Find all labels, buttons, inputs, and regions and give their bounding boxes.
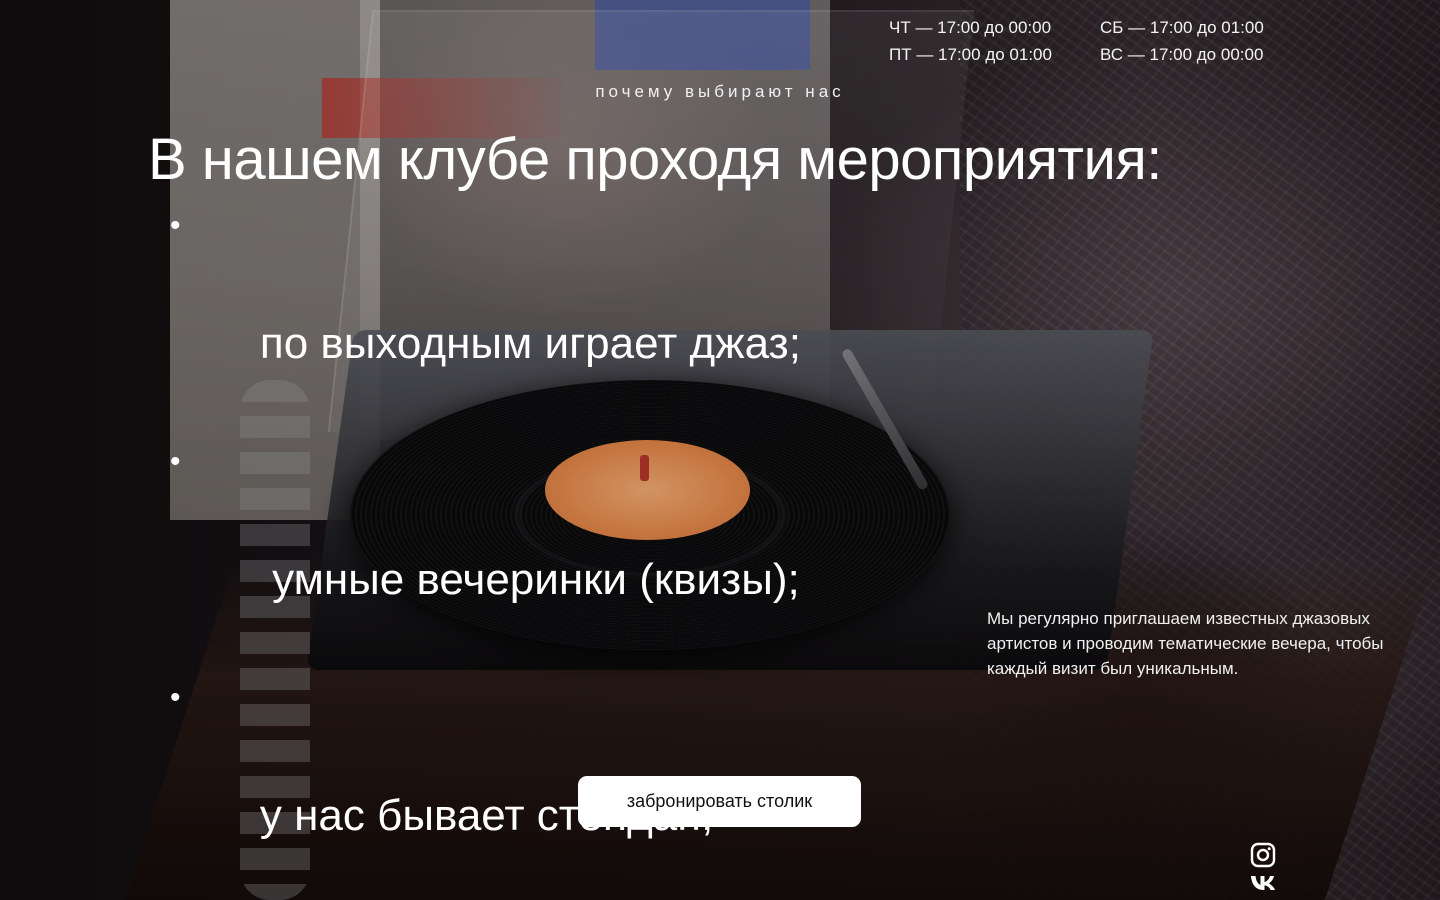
event-jazz: по выходным играет джаз; (259, 319, 801, 368)
hours-saturday: СБ — 17:00 до 01:00 (1100, 18, 1264, 37)
social-links (1250, 842, 1278, 898)
hours-thursday: ЧТ — 17:00 до 00:00 (889, 18, 1052, 37)
instagram-icon[interactable] (1250, 842, 1276, 868)
list-item: • умные вечеринки (квизы); (170, 432, 801, 668)
section-kicker: почему выбирают нас (595, 82, 845, 101)
page-title: В нашем клубе проходя мероприятия: (148, 127, 1162, 192)
opening-hours-left: ЧТ — 17:00 до 00:00 ПТ — 17:00 до 01:00 (889, 14, 1052, 68)
vk-icon[interactable] (1250, 870, 1276, 896)
hours-sunday: ВС — 17:00 до 00:00 (1100, 45, 1264, 64)
event-quiz: умные вечеринки (квизы); (259, 555, 800, 604)
description-text: Мы регулярно приглашаем известных джазов… (987, 609, 1384, 678)
opening-hours-right: СБ — 17:00 до 01:00 ВС — 17:00 до 00:00 (1100, 14, 1264, 68)
bullet: • (170, 209, 181, 242)
bullet: • (170, 681, 181, 714)
hours-friday: ПТ — 17:00 до 01:00 (889, 45, 1052, 64)
book-table-button[interactable]: забронировать столик (578, 776, 861, 827)
list-item: • по выходным играет джаз; (170, 196, 801, 432)
bullet: • (170, 445, 181, 478)
